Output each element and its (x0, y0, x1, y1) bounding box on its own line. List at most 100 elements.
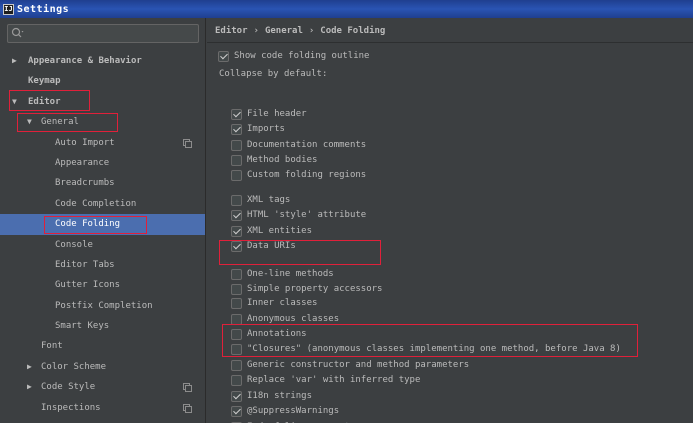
settings-tree: ▶ Appearance & Behavior Keymap ▼ Editor ▼ Gene… (0, 51, 205, 418)
option-label: Data URIs (247, 241, 296, 251)
option-row-documentation-comments[interactable]: Documentation comments (231, 138, 366, 152)
option-row-method-bodies[interactable]: Method bodies (231, 153, 317, 167)
sidebar-item-code-completion[interactable]: Code Completion (0, 194, 205, 214)
option-checkbox[interactable] (231, 194, 242, 206)
search-input[interactable] (7, 24, 199, 43)
sidebar-item-label: Editor Tabs (55, 259, 115, 270)
option-label: XML entities (247, 226, 313, 236)
sidebar-item-label: Breadcrumbs (55, 178, 115, 189)
sidebar-item-gutter-icons[interactable]: Gutter Icons (0, 275, 205, 295)
sidebar-item-label: Inspections (41, 402, 101, 413)
option-checkbox[interactable] (231, 343, 242, 355)
option-row-imports[interactable]: Imports (231, 122, 285, 136)
option-checkbox[interactable] (231, 313, 242, 325)
option-row-data-uris[interactable]: Data URIs (231, 239, 296, 253)
option-row-inner-classes[interactable]: Inner classes (231, 296, 317, 310)
breadcrumb-general: General (264, 26, 303, 36)
sidebar-item-label: Editor (28, 96, 61, 107)
sidebar-item-label: Code Style (41, 382, 96, 393)
chevron-down-icon[interactable]: ▼ (27, 112, 37, 132)
sidebar-item-label: Keymap (28, 76, 61, 87)
option-label: File header (247, 109, 307, 119)
settings-sidebar: ▶ Appearance & Behavior Keymap ▼ Editor ▼ Gene… (0, 18, 206, 423)
sidebar-item-label: Code Completion (55, 198, 137, 209)
option-label: Method bodies (247, 155, 318, 165)
option-row-annotations[interactable]: Annotations (231, 327, 307, 341)
option-checkbox[interactable] (231, 139, 242, 151)
sidebar-item-appearance[interactable]: Appearance (0, 153, 205, 173)
sidebar-item-color-scheme[interactable]: ▶ Color Scheme (0, 357, 205, 377)
option-label: @SuppressWarnings (247, 406, 340, 416)
option-row-suppresswarnings[interactable]: @SuppressWarnings (231, 404, 339, 418)
option-row-generic-constructor-and-method-parameters[interactable]: Generic constructor and method parameter… (231, 358, 469, 372)
sidebar-item-breadcrumbs[interactable]: Breadcrumbs (0, 173, 205, 193)
option-row-replace-var-with-inferred-type[interactable]: Replace 'var' with inferred type (231, 373, 420, 387)
option-label: Annotations (247, 329, 307, 339)
sidebar-item-label: Appearance (55, 157, 110, 168)
title-bar: IJ Settings (0, 0, 693, 18)
option-row-i18n-strings[interactable]: I18n strings (231, 389, 312, 403)
option-label: Replace 'var' with inferred type (247, 375, 421, 385)
sidebar-item-label: Smart Keys (55, 321, 110, 332)
option-checkbox[interactable] (231, 405, 242, 417)
chevron-down-icon[interactable]: ▼ (12, 92, 22, 112)
sidebar-item-code-style[interactable]: ▶ Code Style (0, 377, 205, 397)
sidebar-item-label: Gutter Icons (55, 280, 121, 291)
option-row-xml-tags[interactable]: XML tags (231, 193, 290, 207)
option-checkbox[interactable] (231, 328, 242, 340)
show-outline-checkbox-row[interactable]: Show code folding outline (218, 49, 369, 63)
sidebar-item-general[interactable]: ▼ General (0, 112, 205, 132)
option-checkbox[interactable] (231, 374, 242, 386)
option-label: Generic constructor and method parameter… (247, 360, 470, 370)
breadcrumb-separator: › (253, 26, 259, 36)
option-checkbox[interactable] (231, 240, 242, 252)
sidebar-item-inspections[interactable]: Inspections (0, 398, 205, 418)
project-scope-icon (183, 403, 192, 413)
option-checkbox[interactable] (231, 108, 242, 120)
option-label: Custom folding regions (247, 170, 367, 180)
breadcrumb: Editor › General › Code Folding (215, 24, 385, 38)
option-row-xml-entities[interactable]: XML entities (231, 224, 312, 238)
breadcrumb-code-folding: Code Folding (320, 26, 386, 36)
sidebar-item-auto-import[interactable]: Auto Import (0, 133, 205, 153)
sidebar-item-code-folding[interactable]: Code Folding (0, 214, 205, 235)
sidebar-item-label: Postfix Completion (55, 300, 153, 311)
option-row-custom-folding-regions[interactable]: Custom folding regions (231, 168, 366, 182)
option-label: Anonymous classes (247, 314, 340, 324)
chevron-right-icon[interactable]: ▶ (12, 51, 22, 71)
chevron-right-icon[interactable]: ▶ (27, 377, 37, 397)
sidebar-item-font[interactable]: Font (0, 336, 205, 356)
option-checkbox[interactable] (231, 268, 242, 280)
sidebar-item-editor-tabs[interactable]: Editor Tabs (0, 255, 205, 275)
option-checkbox[interactable] (231, 154, 242, 166)
sidebar-item-keymap[interactable]: Keymap (0, 71, 205, 91)
sidebar-item-smart-keys[interactable]: Smart Keys (0, 316, 205, 336)
sidebar-item-appearance-behavior[interactable]: ▶ Appearance & Behavior (0, 51, 205, 71)
chevron-right-icon[interactable]: ▶ (27, 357, 37, 377)
option-checkbox[interactable] (231, 123, 242, 135)
option-row-html-style-attribute[interactable]: HTML 'style' attribute (231, 208, 366, 222)
option-row-anonymous-classes[interactable]: Anonymous classes (231, 312, 339, 326)
option-label: XML tags (247, 195, 291, 205)
option-label: Inner classes (247, 298, 318, 308)
show-outline-checkbox[interactable] (218, 50, 229, 62)
option-checkbox[interactable] (231, 297, 242, 309)
option-row-file-header[interactable]: File header (231, 107, 307, 121)
sidebar-item-console[interactable]: Console (0, 235, 205, 255)
option-checkbox[interactable] (231, 209, 242, 221)
option-checkbox[interactable] (231, 359, 242, 371)
code-folding-panel: Editor › General › Code Folding Show code fo… (207, 18, 693, 423)
option-checkbox[interactable] (231, 169, 242, 181)
option-row-simple-property-accessors[interactable]: Simple property accessors (231, 282, 382, 296)
sidebar-item-postfix-completion[interactable]: Postfix Completion (0, 296, 205, 316)
option-row-closures-anonymous-classes-implementing-one-method-before-java-8[interactable]: "Closures" (anonymous classes implementi… (231, 342, 621, 356)
option-label: One-line methods (247, 269, 334, 279)
window-title: Settings (17, 3, 70, 15)
option-checkbox[interactable] (231, 390, 242, 402)
option-label: Documentation comments (247, 140, 367, 150)
option-checkbox[interactable] (231, 225, 242, 237)
sidebar-item-editor[interactable]: ▼ Editor (0, 92, 205, 112)
option-row-one-line-methods[interactable]: One-line methods (231, 267, 334, 281)
option-checkbox[interactable] (231, 283, 242, 295)
sidebar-item-label: Color Scheme (41, 361, 107, 372)
